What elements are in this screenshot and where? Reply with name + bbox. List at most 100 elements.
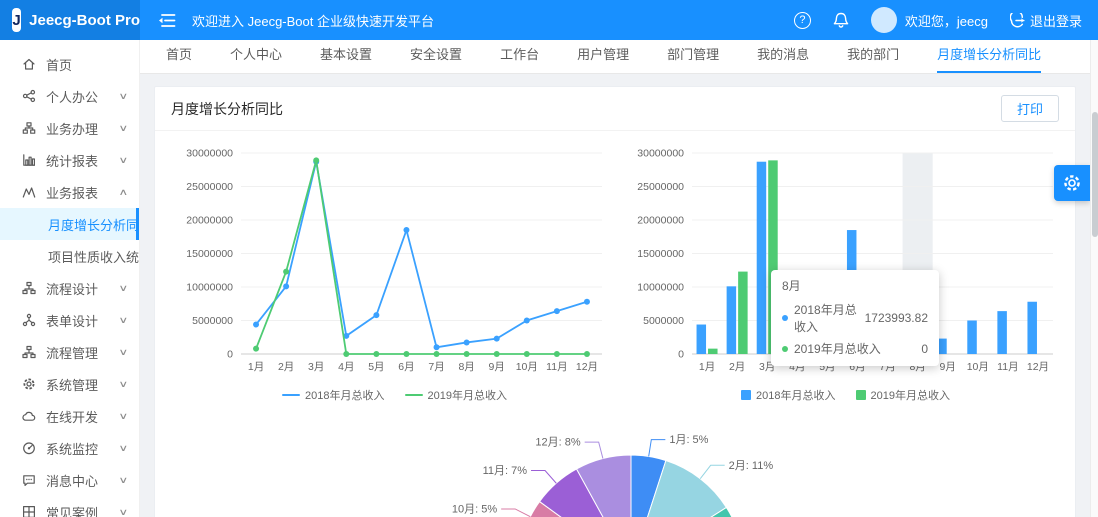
line-chart[interactable]: 0 5000000 10000000 15000000 20000000 25000000… xyxy=(169,139,620,409)
data-point[interactable] xyxy=(403,351,410,357)
legend-2019年月总收入[interactable]: 2019年月总收入 xyxy=(404,387,507,403)
card-body: 0 5000000 10000000 15000000 20000000 25000000… xyxy=(155,131,1075,517)
data-point[interactable] xyxy=(583,351,590,357)
bar-2018年月总收入-11月[interactable] xyxy=(997,311,1007,354)
data-point[interactable] xyxy=(553,351,560,357)
logout-button[interactable]: 退出登录 xyxy=(1009,11,1082,30)
sidebar-item-label: 业务报表 xyxy=(46,185,99,201)
chevron-down-icon: ∨ xyxy=(118,410,129,421)
tab-部门管理[interactable]: 部门管理 xyxy=(667,39,719,73)
pie-label-line xyxy=(699,464,725,480)
data-point[interactable] xyxy=(373,351,380,357)
data-point[interactable] xyxy=(283,268,290,275)
user-menu[interactable]: 欢迎您，jeecg xyxy=(870,7,988,33)
sidebar-item-流程管理[interactable]: 流程管理 ∨ xyxy=(0,336,139,368)
bar-2019年月总收入-2月[interactable] xyxy=(738,271,748,354)
data-point[interactable] xyxy=(493,351,500,357)
tab-个人中心[interactable]: 个人中心 xyxy=(230,39,282,73)
data-point[interactable] xyxy=(463,339,470,346)
tab-工作台[interactable]: 工作台 xyxy=(500,39,539,73)
sidebar-item-label: 个人办公 xyxy=(46,89,99,105)
page-scrollbar[interactable] xyxy=(1090,40,1098,517)
bar-2018年月总收入-1月[interactable] xyxy=(696,324,707,354)
x-axis-tick: 9月 xyxy=(489,361,505,373)
legend-2018年月总收入[interactable]: 2018年月总收入 xyxy=(741,387,836,403)
y-axis-tick: 30000000 xyxy=(637,148,684,160)
print-button[interactable]: 打印 xyxy=(1000,95,1059,122)
data-point[interactable] xyxy=(583,298,590,305)
tab-首页[interactable]: 首页 xyxy=(166,39,192,73)
tab-基本设置[interactable]: 基本设置 xyxy=(320,39,372,73)
tab-我的消息[interactable]: 我的消息 xyxy=(757,39,809,73)
data-point[interactable] xyxy=(493,335,500,342)
data-point[interactable] xyxy=(373,312,380,319)
data-point[interactable] xyxy=(523,317,530,324)
y-axis-tick: 0 xyxy=(678,349,684,361)
sidebar-item-label: 系统监控 xyxy=(46,441,99,457)
bar-2018年月总收入-12月[interactable] xyxy=(1027,301,1037,354)
data-point[interactable] xyxy=(313,157,320,164)
data-point[interactable] xyxy=(253,321,260,328)
data-point[interactable] xyxy=(553,308,560,315)
help-icon[interactable]: ? xyxy=(793,11,811,29)
bar-2018年月总收入-10月[interactable] xyxy=(967,320,977,355)
tab-用户管理[interactable]: 用户管理 xyxy=(577,39,629,73)
data-point[interactable] xyxy=(433,351,440,357)
bar-2018年月总收入-3月[interactable] xyxy=(756,161,767,354)
sidebar-item-表单设计[interactable]: 表单设计 ∨ xyxy=(0,304,139,336)
data-point[interactable] xyxy=(523,351,530,357)
sidebar-item-常见案例[interactable]: 常见案例 ∨ xyxy=(0,496,139,517)
logo[interactable]: J Jeecg-Boot Pro xyxy=(0,0,140,40)
bar-chart-icon xyxy=(23,154,35,166)
bar-2019年月总收入-1月[interactable] xyxy=(708,348,718,354)
avatar xyxy=(870,7,897,33)
sidebar-item-系统管理[interactable]: 系统管理 ∨ xyxy=(0,368,139,400)
data-point[interactable] xyxy=(283,283,290,290)
y-axis-tick: 30000000 xyxy=(186,148,233,160)
sidebar-item-业务报表[interactable]: 业务报表 ∧ xyxy=(0,176,139,208)
sidebar-item-首页[interactable]: 首页 xyxy=(0,48,139,80)
chevron-down-icon: ∨ xyxy=(118,90,129,101)
data-point[interactable] xyxy=(403,227,410,234)
y-axis-tick: 5000000 xyxy=(192,315,233,327)
sidebar-item-系统监控[interactable]: 系统监控 ∨ xyxy=(0,432,139,464)
bar-2018年月总收入-2月[interactable] xyxy=(726,286,737,354)
tab-月度增长分析同比[interactable]: 月度增长分析同比 xyxy=(937,39,1042,73)
sidebar-item-统计报表[interactable]: 统计报表 ∨ xyxy=(0,144,139,176)
chevron-down-icon: ∨ xyxy=(118,314,129,325)
sidebar-item-消息中心[interactable]: 消息中心 ∨ xyxy=(0,464,139,496)
settings-fab[interactable] xyxy=(1054,165,1090,201)
data-point[interactable] xyxy=(463,351,470,357)
tab-安全设置[interactable]: 安全设置 xyxy=(410,39,462,73)
scrollbar-thumb[interactable] xyxy=(1092,112,1098,237)
data-point[interactable] xyxy=(343,351,350,357)
sidebar-subitem-月度增长分析同比[interactable]: 月度增长分析同比 xyxy=(0,208,139,240)
bar-chart[interactable]: 0 5000000 10000000 15000000 20000000 25000000… xyxy=(620,139,1071,409)
chevron-down-icon: ∨ xyxy=(118,346,129,357)
tooltip-row: 2019年月总收入 0 xyxy=(782,340,928,357)
sidebar-item-业务办理[interactable]: 业务办理 ∨ xyxy=(0,112,139,144)
pie-label-line xyxy=(584,441,604,459)
x-axis-tick: 1月 xyxy=(699,361,715,373)
sidebar-item-在线开发[interactable]: 在线开发 ∨ xyxy=(0,400,139,432)
legend-2019年月总收入[interactable]: 2019年月总收入 xyxy=(855,387,950,403)
sidebar-item-个人办公[interactable]: 个人办公 ∨ xyxy=(0,80,139,112)
bar-chart-legend: 2018年月总收入 2019年月总收入 xyxy=(620,387,1071,409)
sidebar-item-流程设计[interactable]: 流程设计 ∨ xyxy=(0,272,139,304)
tab-我的部门[interactable]: 我的部门 xyxy=(847,39,899,73)
line-series-2018年月总收入 xyxy=(255,161,588,349)
chevron-up-icon: ∧ xyxy=(118,186,129,197)
y-axis-tick: 25000000 xyxy=(186,181,233,193)
data-point[interactable] xyxy=(433,344,440,351)
logo-icon: J xyxy=(12,8,22,32)
menu-fold-icon[interactable] xyxy=(158,13,176,28)
gear-icon xyxy=(23,378,35,390)
pie-chart[interactable]: 1月: 5% 2月: 11% 10月: 5% 11月: 7% 12月: 8% xyxy=(169,415,1061,517)
legend-2018年月总收入[interactable]: 2018年月总收入 xyxy=(282,387,385,403)
x-axis-tick: 6月 xyxy=(398,361,414,373)
tooltip-row: 2018年月总收入 1723993.82 xyxy=(782,301,928,335)
sidebar-subitem-项目性质收入统计[interactable]: 项目性质收入统计 xyxy=(0,240,139,272)
data-point[interactable] xyxy=(253,345,260,352)
bell-icon[interactable] xyxy=(833,12,849,29)
y-axis-tick: 20000000 xyxy=(186,215,233,227)
